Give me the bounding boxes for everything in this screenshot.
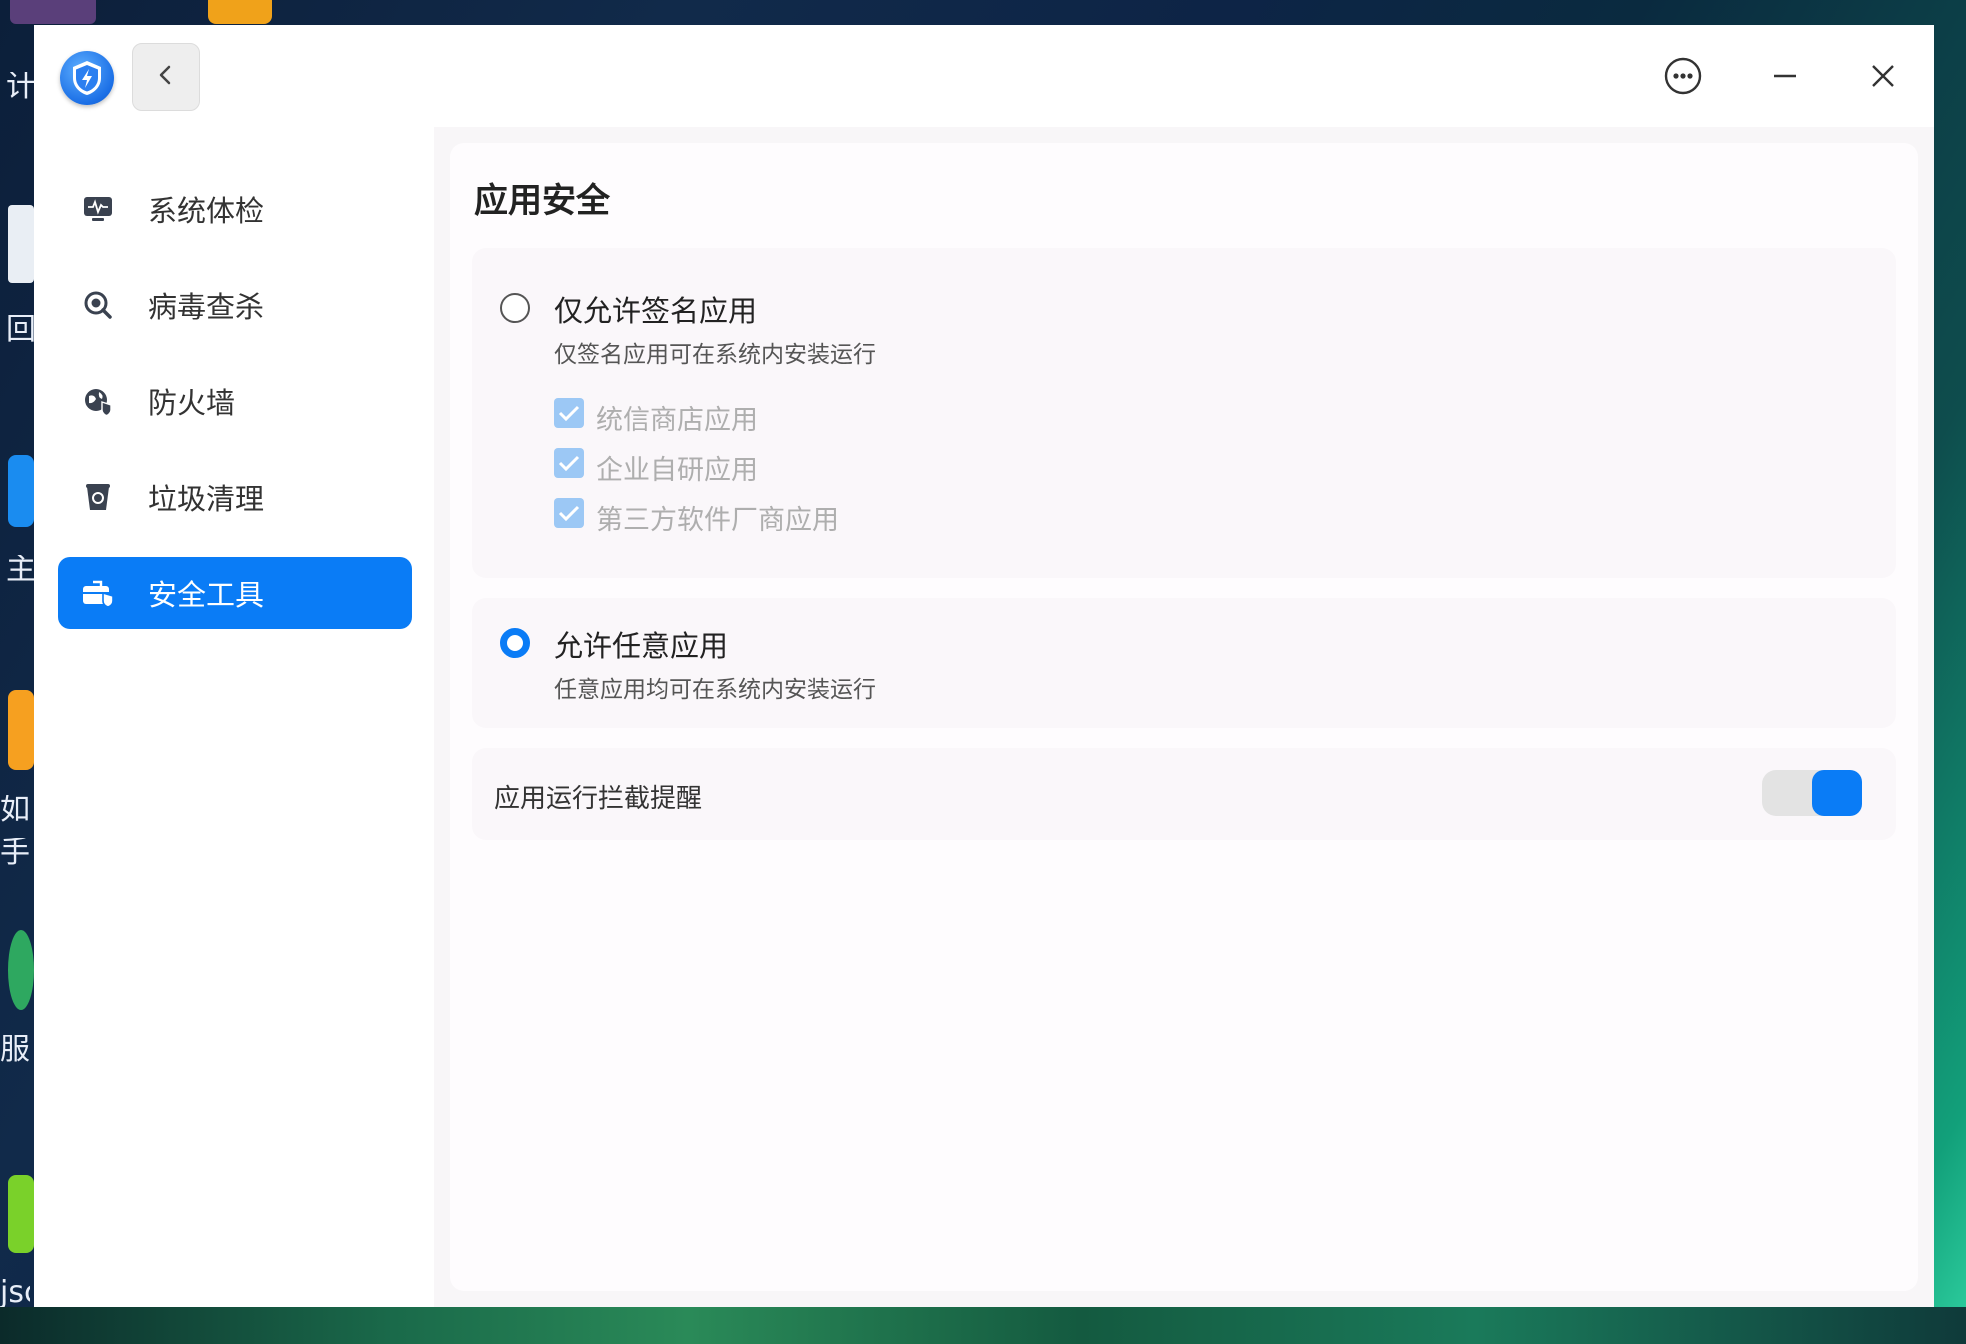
monitor-pulse-icon	[82, 193, 114, 225]
sidebar-item-security-tools[interactable]: 安全工具	[58, 557, 412, 629]
desktop-app-icon[interactable]	[208, 0, 272, 24]
enterprise-apps-checkbox[interactable]	[554, 448, 584, 478]
desktop-icon-label: jsc	[0, 1278, 30, 1308]
any-apps-description: 任意应用均可在系统内安装运行	[554, 677, 876, 703]
intercept-reminder-toggle[interactable]	[1762, 770, 1862, 816]
toggle-knob	[1812, 770, 1862, 816]
sidebar-item-label: 病毒查杀	[148, 290, 265, 324]
close-icon	[1868, 61, 1898, 95]
app-window: 系统体检 病毒查杀 防火墙 垃圾清理 安全工具 应用安全 仅允许签名应用 仅签名…	[34, 25, 1934, 1307]
sidebar: 系统体检 病毒查杀 防火墙 垃圾清理 安全工具	[34, 127, 434, 1307]
more-options-icon	[1663, 56, 1703, 100]
virus-scan-icon	[82, 289, 114, 321]
desktop-icon-label: 回	[6, 315, 36, 345]
firewall-icon	[82, 385, 114, 417]
sidebar-item-virus-scan[interactable]: 病毒查杀	[58, 269, 412, 341]
close-button[interactable]	[1860, 55, 1906, 101]
desktop-dock-area	[0, 1307, 1966, 1344]
back-button[interactable]	[132, 43, 200, 111]
toolbox-icon	[82, 577, 114, 609]
security-shield-logo-icon	[60, 51, 114, 105]
titlebar	[34, 25, 1934, 127]
sidebar-item-label: 安全工具	[148, 578, 265, 612]
desktop-icon-strip: 计 回 主 如何 手统 服务 jsc	[0, 0, 36, 1344]
chevron-left-icon	[156, 63, 176, 91]
more-options-button[interactable]	[1660, 55, 1706, 101]
sidebar-item-system-check[interactable]: 系统体检	[58, 173, 412, 245]
main-panel: 应用安全 仅允许签名应用 仅签名应用可在系统内安装运行 统信商店应用 企业自研应…	[434, 127, 1934, 1307]
store-apps-label: 统信商店应用	[596, 405, 758, 436]
desktop-icon-label: 如何	[0, 795, 30, 825]
any-apps-radio[interactable]	[500, 628, 530, 658]
minimize-button[interactable]	[1762, 55, 1808, 101]
desktop-icon[interactable]	[8, 205, 34, 283]
signed-apps-option-card: 仅允许签名应用 仅签名应用可在系统内安装运行 统信商店应用 企业自研应用 第三方…	[472, 248, 1896, 578]
signed-only-title: 仅允许签名应用	[554, 294, 758, 328]
content-area: 应用安全 仅允许签名应用 仅签名应用可在系统内安装运行 统信商店应用 企业自研应…	[450, 143, 1918, 1291]
sidebar-item-firewall[interactable]: 防火墙	[58, 365, 412, 437]
any-apps-option-card: 允许任意应用 任意应用均可在系统内安装运行	[472, 598, 1896, 728]
desktop-icon[interactable]	[8, 690, 34, 770]
minimize-icon	[1770, 61, 1800, 95]
page-title: 应用安全	[474, 181, 610, 221]
third-party-apps-label: 第三方软件厂商应用	[596, 505, 839, 536]
desktop-icon[interactable]	[8, 455, 34, 527]
sidebar-item-label: 系统体检	[148, 194, 265, 228]
desktop-icon[interactable]	[8, 930, 34, 1010]
intercept-reminder-label: 应用运行拦截提醒	[494, 784, 703, 814]
enterprise-apps-label: 企业自研应用	[596, 455, 758, 486]
desktop-icon[interactable]	[8, 1175, 34, 1253]
any-apps-title: 允许任意应用	[554, 629, 729, 663]
sidebar-item-label: 防火墙	[148, 386, 236, 420]
third-party-apps-checkbox[interactable]	[554, 498, 584, 528]
signed-only-radio[interactable]	[500, 293, 530, 323]
trash-icon	[82, 481, 114, 513]
intercept-reminder-row: 应用运行拦截提醒	[472, 748, 1896, 840]
sidebar-item-trash-cleanup[interactable]: 垃圾清理	[58, 461, 412, 533]
desktop-icon-label: 服务	[0, 1035, 30, 1065]
signed-only-description: 仅签名应用可在系统内安装运行	[554, 342, 876, 368]
store-apps-checkbox[interactable]	[554, 398, 584, 428]
sidebar-item-label: 垃圾清理	[148, 482, 265, 516]
desktop-icon-label: 计	[6, 72, 36, 102]
desktop-icon-label: 主	[6, 555, 36, 585]
desktop-icon-label: 手统	[0, 838, 30, 868]
